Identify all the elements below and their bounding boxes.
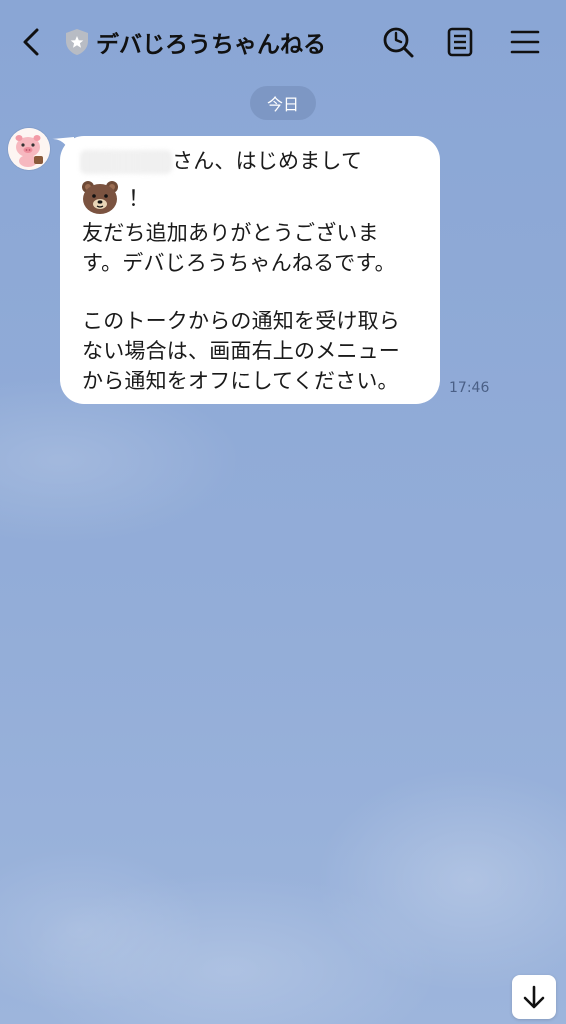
message-line-1: 友だち追加ありがとうございま — [82, 221, 379, 245]
brown-bear-emoji-icon — [82, 181, 118, 214]
search-button[interactable] — [380, 22, 416, 62]
message-greeting: さん、はじめまして — [172, 149, 363, 173]
hamburger-menu-icon — [510, 30, 540, 54]
chevron-left-icon — [23, 28, 39, 56]
redacted-username — [80, 150, 172, 174]
scroll-to-bottom-button[interactable] — [512, 975, 556, 1019]
menu-button[interactable] — [506, 22, 542, 62]
message-line-2: す。デバじろうちゃんねるです。 — [82, 251, 396, 275]
message-exclaim: ！ — [128, 187, 151, 212]
notes-icon — [447, 27, 473, 57]
date-separator: 今日 — [250, 86, 316, 120]
pig-character-icon — [8, 128, 50, 170]
back-button[interactable] — [14, 24, 50, 60]
avatar[interactable] — [8, 128, 50, 170]
chat-title-text: デバじろうちゃんねる — [96, 32, 326, 58]
message-line-5: から通知をオフにしてください。 — [82, 369, 399, 393]
arrow-down-icon — [523, 985, 545, 1009]
message-bubble[interactable]: さん、はじめまして ！ 友だち追加ありがとうございま す。デバじろうちゃんねるで… — [60, 136, 440, 404]
shield-star-icon — [66, 29, 88, 55]
chat-title[interactable]: デバじろうちゃんねる — [64, 24, 326, 60]
message-line-3: このトークからの通知を受け取ら — [82, 309, 400, 333]
search-icon — [383, 27, 414, 58]
chat-header: デバじろうちゃんねる — [0, 0, 566, 84]
notes-button[interactable] — [442, 22, 478, 62]
sticker-row: ！ — [80, 178, 150, 216]
message-timestamp: 17:46 — [449, 380, 490, 396]
message-line-4: ない場合は、画面右上のメニュー — [82, 339, 400, 363]
